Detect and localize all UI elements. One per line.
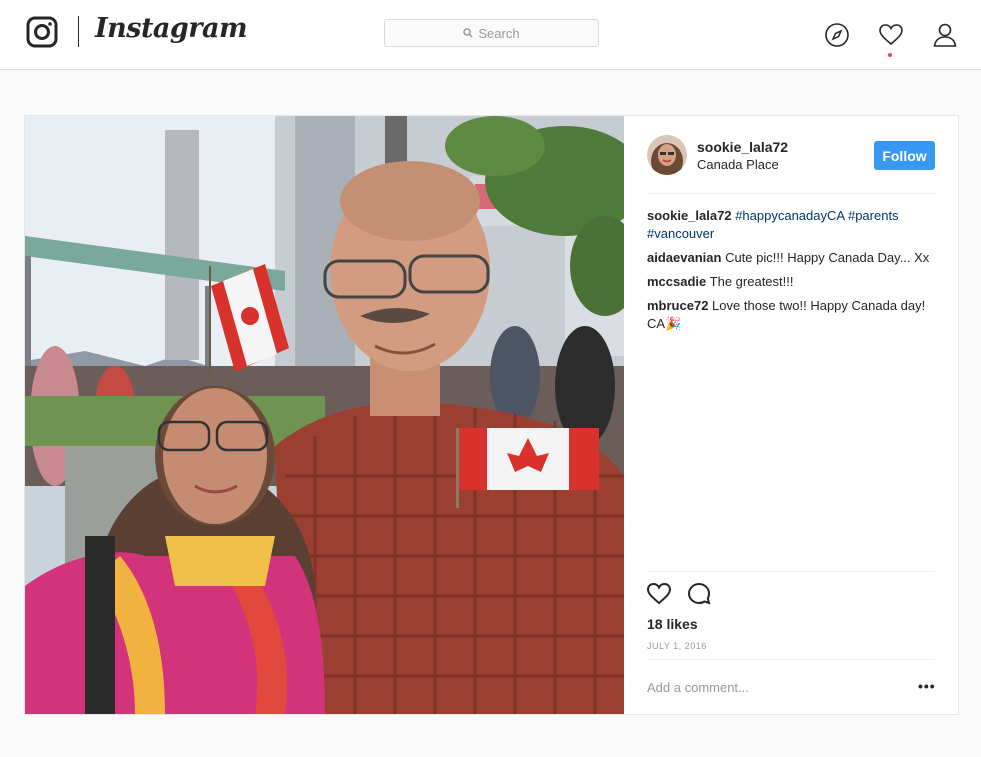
- divider: [647, 659, 935, 660]
- caption-username[interactable]: sookie_lala72: [647, 208, 732, 223]
- like-heart-icon[interactable]: [646, 581, 672, 607]
- compass-icon[interactable]: [824, 22, 850, 48]
- post-date: JULY 1, 2016: [647, 641, 707, 651]
- post-photo[interactable]: [25, 116, 624, 714]
- heart-icon[interactable]: [878, 22, 904, 48]
- logo-divider: [78, 16, 79, 47]
- author-username[interactable]: sookie_lala72: [697, 139, 788, 155]
- comment-item: mbruce72 Love those two!! Happy Canada d…: [647, 297, 935, 333]
- profile-icon[interactable]: [932, 22, 958, 48]
- like-count[interactable]: 18 likes: [647, 616, 698, 632]
- comment-username[interactable]: mccsadie: [647, 274, 706, 289]
- hashtag[interactable]: #vancouver: [647, 226, 714, 241]
- brand-wordmark[interactable]: Instagram: [95, 13, 248, 44]
- notification-dot: [888, 53, 892, 57]
- comment-item: mccsadie The greatest!!!: [647, 273, 935, 291]
- divider: [647, 571, 935, 572]
- comment-text: Cute pic!!! Happy Canada Day... Xx: [725, 250, 930, 265]
- follow-button[interactable]: Follow: [874, 141, 935, 170]
- post-header: sookie_lala72 Canada Place Follow: [647, 116, 935, 194]
- search-input[interactable]: Search: [384, 19, 599, 47]
- comment-list: sookie_lala72 #happycanadayCA #parents #…: [647, 207, 935, 339]
- avatar[interactable]: [647, 135, 687, 175]
- comment-text: The greatest!!!: [709, 274, 794, 289]
- search-icon: [463, 28, 473, 38]
- hashtag[interactable]: #parents: [848, 208, 899, 223]
- post-sidebar: sookie_lala72 Canada Place Follow sookie…: [624, 116, 959, 714]
- search-placeholder: Search: [478, 25, 520, 41]
- comment-username[interactable]: aidaevanian: [647, 250, 721, 265]
- comment-item: aidaevanian Cute pic!!! Happy Canada Day…: [647, 249, 935, 267]
- comment-bubble-icon[interactable]: [686, 581, 712, 607]
- comment-username[interactable]: mbruce72: [647, 298, 708, 313]
- instagram-camera-icon[interactable]: [26, 16, 58, 48]
- hashtag[interactable]: #happycanadayCA: [735, 208, 844, 223]
- more-options-button[interactable]: •••: [918, 678, 936, 694]
- top-nav: Instagram Search: [0, 0, 981, 70]
- post-location[interactable]: Canada Place: [697, 157, 779, 172]
- caption: sookie_lala72 #happycanadayCA #parents #…: [647, 207, 935, 243]
- add-comment-input[interactable]: Add a comment...: [647, 680, 749, 695]
- post-card: sookie_lala72 Canada Place Follow sookie…: [24, 115, 959, 715]
